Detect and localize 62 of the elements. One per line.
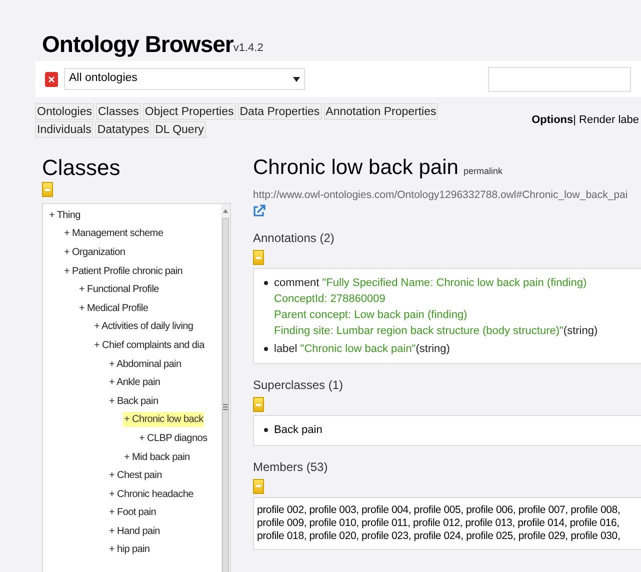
minus-icon bbox=[256, 404, 261, 406]
tree-item[interactable]: + Patient Profile chronic pain bbox=[63, 264, 184, 279]
tree-item[interactable]: + Functional Profile bbox=[78, 282, 160, 298]
minus-icon bbox=[45, 188, 50, 190]
tab[interactable]: Data Properties bbox=[238, 103, 322, 120]
collapse-button[interactable] bbox=[253, 478, 264, 494]
close-button[interactable] bbox=[45, 72, 58, 86]
tab[interactable]: DL Query bbox=[153, 121, 206, 138]
section-heading: Members (53) bbox=[253, 458, 329, 476]
collapse-button[interactable] bbox=[42, 182, 53, 197]
arrow-box-icon[interactable] bbox=[253, 204, 266, 217]
annotation-text: label "Chronic low back pain"(string) bbox=[274, 342, 450, 357]
classes-heading: Classes bbox=[42, 156, 122, 180]
members-list: profile 002, profile 003, profile 004, profile 005, profile 006, profile 007, profile 008, profile 009, profile 010, profile 011, profile 012, profile 013, profile 014, profile 016, profile 018, profile 020, profile 023, profile 024, profile 025, profile 029, profile 030, bbox=[257, 504, 641, 542]
scroll-up-icon bbox=[223, 209, 228, 213]
section-heading: Annotations (2) bbox=[253, 230, 336, 247]
tab[interactable]: Datatypes bbox=[95, 121, 152, 138]
minus-icon bbox=[256, 256, 261, 258]
superclass-link[interactable]: Back pain bbox=[274, 422, 322, 438]
tree-item[interactable]: + Chronic headache bbox=[108, 486, 194, 502]
tree-item[interactable]: + CLBP diagnos bbox=[138, 430, 208, 446]
version-label: v1.4.2 bbox=[233, 42, 264, 56]
tree-item[interactable]: + hip pain bbox=[108, 542, 151, 558]
tree-item[interactable]: + Foot pain bbox=[108, 505, 158, 520]
tree-item[interactable]: + Chest pain bbox=[108, 468, 163, 484]
tree-item[interactable]: + Abdominal pain bbox=[108, 356, 182, 372]
grip-icon bbox=[223, 404, 228, 410]
bullet-icon bbox=[264, 281, 268, 285]
tab[interactable]: Ontologies bbox=[35, 103, 94, 120]
permalink-link[interactable]: permalink bbox=[463, 164, 502, 178]
tree-item[interactable]: + Chief complaints and dia bbox=[93, 338, 206, 353]
tab[interactable]: Classes bbox=[96, 103, 141, 120]
ontology-select[interactable]: All ontologies bbox=[64, 68, 305, 90]
scrollbar[interactable] bbox=[221, 204, 230, 572]
app-title: Ontology Browser bbox=[42, 30, 234, 58]
section-heading: Superclasses (1) bbox=[253, 377, 344, 394]
collapse-button[interactable] bbox=[253, 250, 264, 265]
tree-item[interactable]: + Activities of daily living bbox=[93, 319, 194, 334]
close-icon bbox=[48, 76, 55, 82]
annotation-text: comment "Fully Specified Name: Chronic low back pain (finding) ConceptId: 278860009 Parent concept: Low back pain (finding) Finding site: Lumbar region back structure (body structure)"(string) bbox=[274, 276, 598, 339]
tree-item[interactable]: + Thing bbox=[48, 208, 82, 223]
tree-item[interactable]: + Organization bbox=[63, 244, 126, 260]
tree-item[interactable]: + Ankle pain bbox=[108, 375, 162, 390]
tree-item[interactable]: + Management scheme bbox=[63, 226, 164, 242]
tab[interactable]: Annotation Properties bbox=[324, 103, 438, 120]
bullet-icon bbox=[264, 428, 268, 432]
options-text: Options| Render labe bbox=[532, 113, 639, 128]
scrollbar-thumb[interactable] bbox=[222, 218, 229, 572]
tab[interactable]: Object Properties bbox=[142, 103, 236, 120]
tab[interactable]: Individuals bbox=[35, 121, 94, 138]
tree-item[interactable]: + Hand pain bbox=[108, 524, 161, 539]
tree-item[interactable]: + Mid back pain bbox=[123, 450, 191, 465]
entity-title: Chronic low back pain bbox=[253, 156, 458, 180]
search-field[interactable] bbox=[488, 66, 631, 92]
collapse-button[interactable] bbox=[253, 397, 264, 412]
tree-item[interactable]: + Back pain bbox=[108, 394, 160, 409]
tree-item[interactable]: + Chronic low back bbox=[123, 412, 204, 428]
dropdown-icon bbox=[293, 76, 300, 82]
entity-iri: http://www.owl-ontologies.com/Ontology1296332788.owl#Chronic_low_back_pai bbox=[253, 188, 629, 202]
tree-item[interactable]: + Medical Profile bbox=[78, 300, 150, 316]
minus-icon bbox=[256, 485, 261, 487]
bullet-icon bbox=[264, 347, 268, 351]
